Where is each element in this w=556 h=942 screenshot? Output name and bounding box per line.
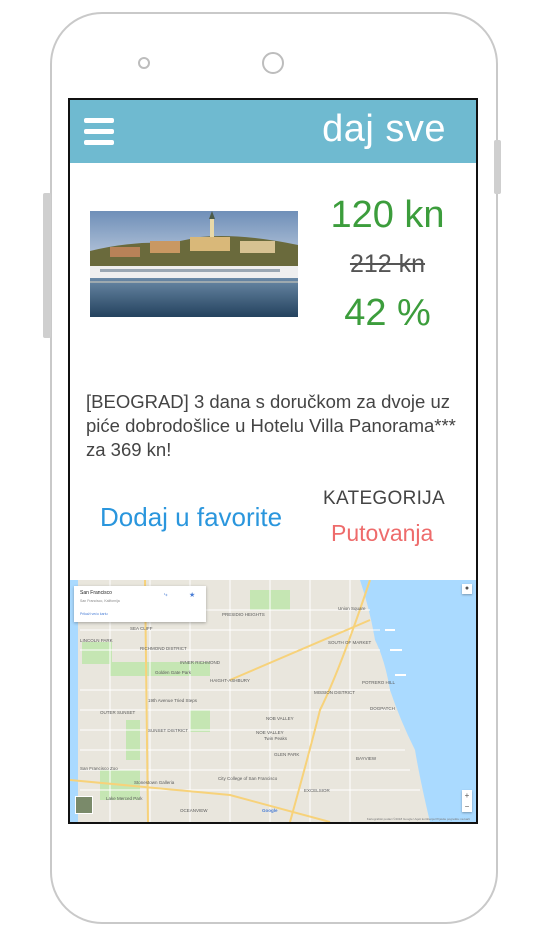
map-label: NOE VALLEY (256, 730, 284, 735)
satellite-toggle[interactable] (75, 796, 93, 814)
map-label: GLEN PARK (274, 752, 300, 757)
original-price: 212 kn (349, 250, 426, 278)
map-label: Twin Peaks (264, 736, 288, 741)
pegman-icon[interactable]: ● (462, 584, 472, 594)
directions-icon[interactable]: ⤷ (164, 592, 167, 599)
deal-photo (90, 211, 298, 317)
map-label: BAYVIEW (356, 756, 377, 761)
map-label: MISSION DISTRICT (314, 690, 356, 695)
map-label: EXCELSIOR (304, 788, 330, 793)
map-label: Golden Gate Park (155, 670, 192, 675)
map-label: SEA CLIFF (130, 626, 153, 631)
discount-percent: 42 % (344, 292, 431, 334)
place-title: San Francisco (80, 590, 112, 596)
map-place-card: San Francisco San Francisco, Kalifornija… (74, 586, 206, 622)
map-label: PRESIDIO HEIGHTS (222, 612, 265, 617)
map-label: OCEANVIEW (180, 808, 208, 813)
embedded-map[interactable]: LINCOLN PARK RICHMOND DISTRICT INNER RIC… (70, 580, 476, 822)
hamburger-menu-icon[interactable] (84, 118, 114, 146)
map-label: SOUTH OF MARKET (328, 640, 372, 645)
map-label: City College of San Francisco (218, 776, 278, 781)
category-link[interactable]: Putovanja (331, 520, 433, 547)
map-label: RICHMOND DISTRICT (140, 646, 187, 651)
category-label: KATEGORIJA (323, 488, 445, 509)
volume-button (43, 193, 51, 338)
map-label: Lake Merced Park (106, 796, 143, 801)
brand-title: daj sve (322, 108, 446, 150)
map-label: HAIGHT-ASHBURY (210, 678, 250, 683)
map-label: 19th Avenue Tried Steps (148, 698, 197, 703)
zoom-control[interactable]: + − (462, 790, 472, 812)
map-label: NOB VALLEY (266, 716, 294, 721)
map-label: Union Square (338, 606, 366, 611)
map-label: LINCOLN PARK (80, 638, 113, 643)
map-label: San Francisco Zoo (80, 766, 118, 771)
google-logo: Google (262, 808, 278, 813)
larger-map-link[interactable]: Prikaži veću kartu (80, 612, 108, 616)
front-camera (262, 52, 284, 74)
proximity-sensor (138, 57, 150, 69)
app-header: daj sve (70, 100, 476, 163)
add-to-favorites-link[interactable]: Dodaj u favorite (100, 502, 282, 533)
map-label: SUNSET DISTRICT (148, 728, 189, 733)
power-button (494, 140, 501, 194)
map-label: INNER RICHMOND (180, 660, 220, 665)
map-label: DOGPATCH (370, 706, 395, 711)
map-attribution: Kartografski podaci ©2018 Google Uvjeti … (366, 817, 470, 821)
place-subtitle: San Francisco, Kalifornija (80, 599, 120, 603)
map-label: Stonestown Galleria (134, 780, 175, 785)
save-star-icon[interactable]: ★ (189, 591, 195, 599)
deal-price: 120 kn (330, 194, 445, 236)
map-label: OUTER SUNSET (100, 710, 136, 715)
deal-description: [BEOGRAD] 3 dana s doručkom za dvoje uz … (86, 391, 456, 460)
phone-screen: daj sve 120 kn 212 kn 42 % [BEOGRAD] 3 d… (68, 98, 478, 824)
map-label: POTRERO HILL (362, 680, 396, 685)
